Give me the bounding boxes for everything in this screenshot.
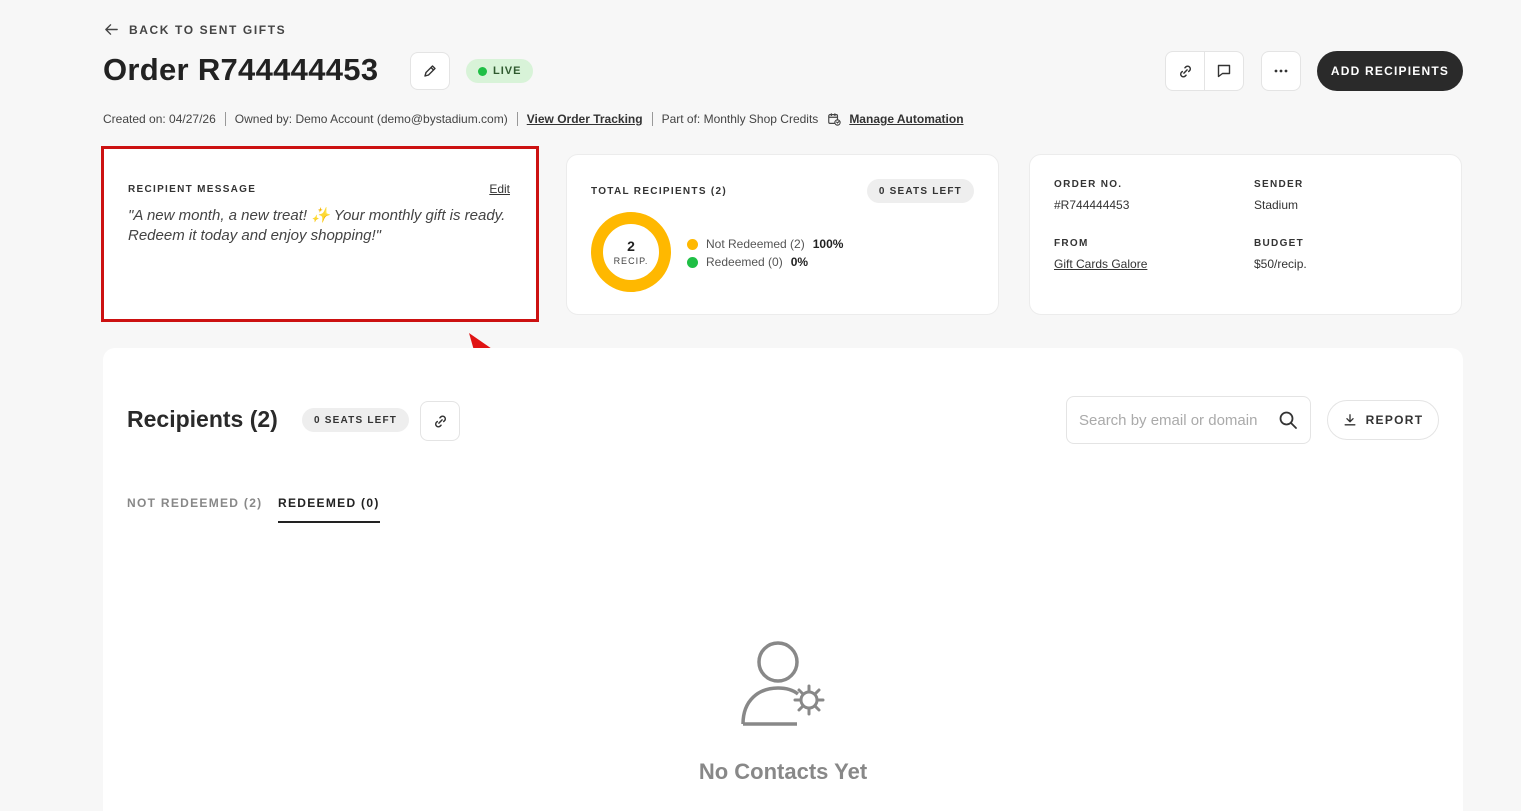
donut-unit: RECIP. <box>613 256 649 266</box>
empty-state-text: No Contacts Yet <box>698 759 868 784</box>
legend-label: Redeemed (0) <box>706 255 783 269</box>
tab-redeemed[interactable]: REDEEMED (0) <box>278 496 380 523</box>
more-options-button[interactable] <box>1261 51 1301 91</box>
from-field: FROM Gift Cards Galore <box>1054 238 1147 273</box>
legend-item-not-redeemed: Not Redeemed (2) 100% <box>687 235 843 253</box>
pencil-icon <box>424 65 436 77</box>
search-input[interactable] <box>1079 411 1278 429</box>
recipients-section: Recipients (2) 0 SEATS LEFT REPORT NOT R… <box>103 348 1463 811</box>
copy-link-button[interactable] <box>1165 51 1205 91</box>
more-horizontal-icon <box>1274 69 1288 73</box>
total-recipients-label: TOTAL RECIPIENTS (2) <box>591 186 728 197</box>
view-order-tracking-link[interactable]: View Order Tracking <box>527 112 643 126</box>
order-meta-bar: Created on: 04/27/26 Owned by: Demo Acco… <box>103 112 964 126</box>
comment-icon <box>1217 64 1231 78</box>
comment-button[interactable] <box>1204 51 1244 91</box>
status-badge-label: LIVE <box>493 65 522 77</box>
edit-message-link[interactable]: Edit <box>489 182 510 196</box>
back-to-sent-gifts-link[interactable]: BACK TO SENT GIFTS <box>104 22 286 37</box>
sender-field: SENDER Stadium <box>1254 179 1303 214</box>
search-box <box>1066 396 1311 444</box>
live-dot-icon <box>478 66 487 76</box>
legend-percent: 100% <box>812 237 844 251</box>
edit-title-button[interactable] <box>410 52 450 90</box>
link-icon <box>1179 64 1191 78</box>
calendar-repeat-icon <box>827 112 842 126</box>
legend-percent: 0% <box>790 255 809 269</box>
meta-divider <box>651 112 653 126</box>
sender-value: Stadium <box>1254 198 1299 212</box>
meta-divider <box>516 112 518 126</box>
total-recipients-card: TOTAL RECIPIENTS (2) 0 SEATS LEFT 2 RECI… <box>566 154 999 315</box>
tab-not-redeemed[interactable]: NOT REDEEMED (2) <box>127 496 262 521</box>
report-label: REPORT <box>1365 413 1424 427</box>
budget-value: $50/recip. <box>1254 257 1307 271</box>
recipient-message-card: RECIPIENT MESSAGE Edit "A new month, a n… <box>101 146 539 322</box>
sender-label: SENDER <box>1254 179 1304 190</box>
recipients-donut-chart: 2 RECIP. <box>591 212 671 292</box>
part-of-info: Part of: Monthly Shop Credits <box>661 112 819 126</box>
link-icon <box>434 414 446 428</box>
arrow-left-icon <box>105 24 118 35</box>
recipient-message-text: "A new month, a new treat! ✨ Your monthl… <box>128 207 506 244</box>
back-label: BACK TO SENT GIFTS <box>129 22 287 37</box>
budget-label: BUDGET <box>1254 238 1305 249</box>
budget-field: BUDGET $50/recip. <box>1254 238 1307 273</box>
order-number-field: ORDER NO. #R744444453 <box>1054 179 1129 214</box>
from-label: FROM <box>1054 238 1089 249</box>
download-icon <box>1344 414 1356 426</box>
legend-label: Not Redeemed (2) <box>706 237 805 251</box>
meta-divider <box>224 112 226 126</box>
status-badge: LIVE <box>466 59 534 83</box>
legend-dot-icon <box>687 256 698 268</box>
page-title: Order R744444453 <box>103 52 379 87</box>
order-number-value: #R744444453 <box>1054 198 1130 212</box>
owner-info: Owned by: Demo Account (demo@bystadium.c… <box>234 112 508 126</box>
order-info-card: ORDER NO. #R744444453 SENDER Stadium FRO… <box>1029 154 1462 315</box>
copy-recipients-link-button[interactable] <box>420 401 460 441</box>
recipients-title: Recipients (2) <box>127 406 278 432</box>
search-icon[interactable] <box>1278 410 1298 430</box>
seats-left-badge: 0 SEATS LEFT <box>866 179 974 203</box>
from-vendor-link[interactable]: Gift Cards Galore <box>1054 257 1147 271</box>
recipient-message-label: RECIPIENT MESSAGE <box>128 184 257 195</box>
created-date: Created on: 04/27/26 <box>103 112 216 126</box>
manage-automation-link[interactable]: Manage Automation <box>849 112 963 126</box>
donut-count: 2 <box>627 238 635 254</box>
legend-dot-icon <box>687 238 698 250</box>
report-button[interactable]: REPORT <box>1327 400 1439 440</box>
empty-contacts-icon <box>741 641 825 726</box>
legend-item-redeemed: Redeemed (0) 0% <box>687 253 843 271</box>
order-number-label: ORDER NO. <box>1054 179 1123 190</box>
add-recipients-button[interactable]: ADD RECIPIENTS <box>1317 51 1463 91</box>
recipients-legend: Not Redeemed (2) 100% Redeemed (0) 0% <box>687 235 843 271</box>
seats-left-badge: 0 SEATS LEFT <box>302 408 410 432</box>
